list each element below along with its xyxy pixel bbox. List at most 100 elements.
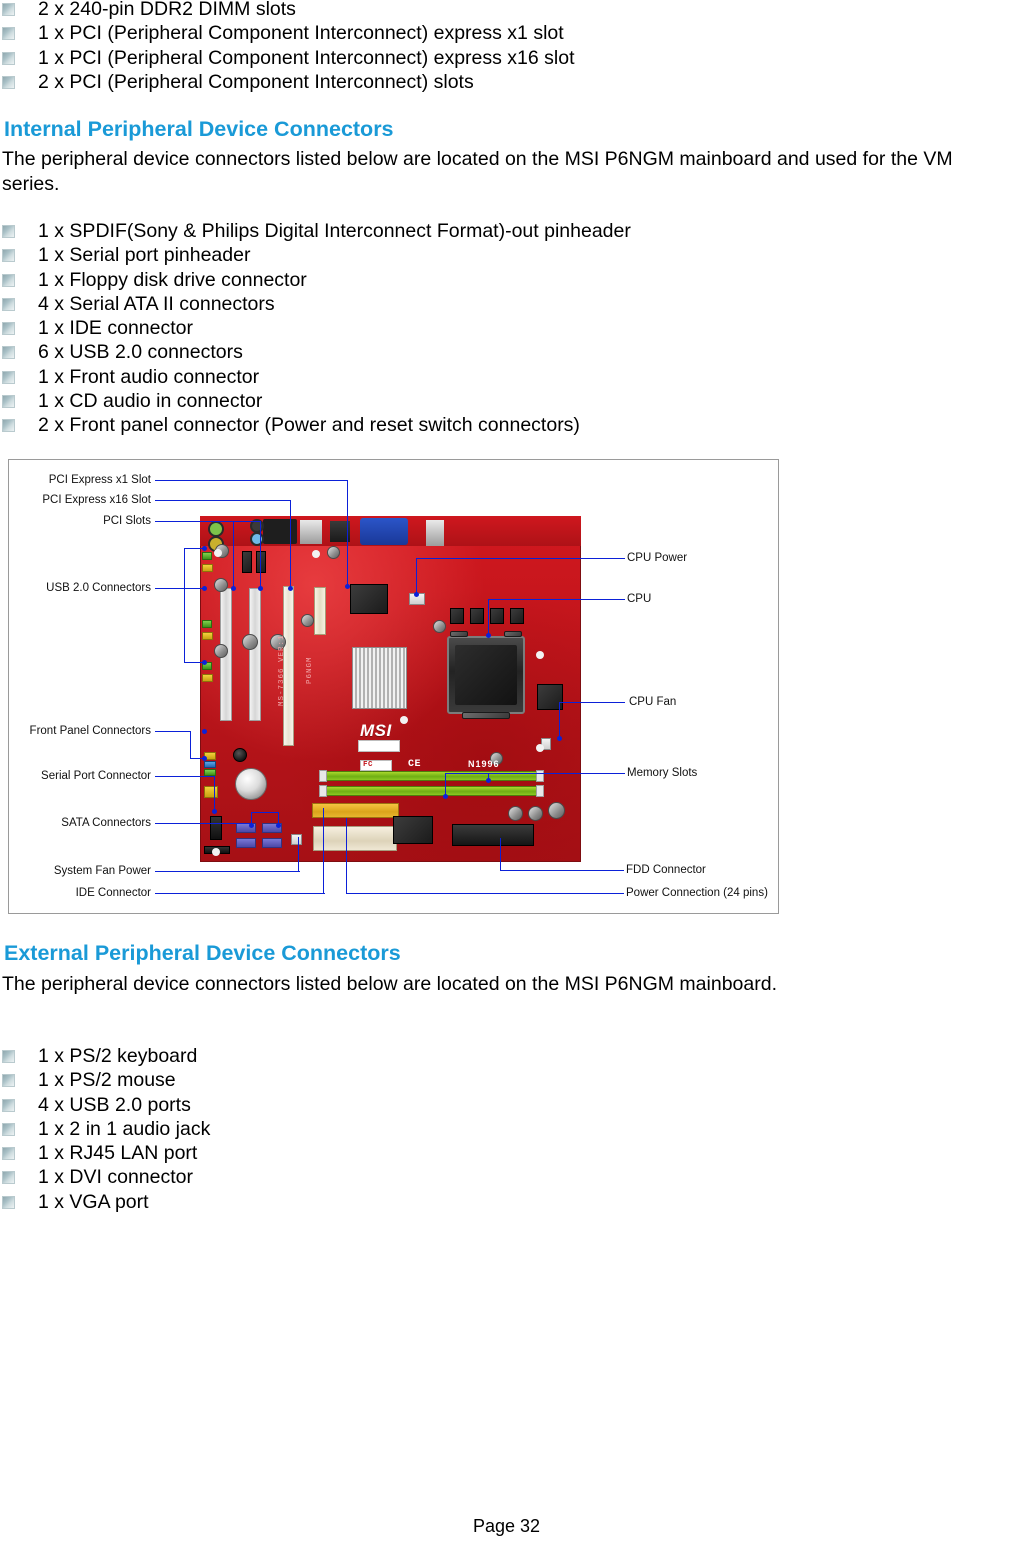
callout-dot-usb-2: [202, 586, 207, 591]
fdd-connector: [452, 824, 534, 846]
square-bullet-icon: [2, 75, 15, 89]
list-item-label: 1 x PS/2 mouse: [38, 1069, 176, 1092]
callout-line-pcie-x16-h: [155, 500, 291, 502]
capacitor: [508, 806, 523, 821]
capacitor: [327, 546, 340, 559]
list-item: 4 x Serial ATA II connectors: [0, 292, 631, 316]
callout-line-cpupower-h: [589, 558, 625, 560]
callout-line-cpu-h: [589, 599, 625, 601]
list-item-label: 1 x DVI connector: [38, 1166, 193, 1189]
callout-dot-memory-2: [443, 794, 448, 799]
board-model-silkscreen: MS-7366 VER:1: [278, 634, 286, 706]
front-panel-header-2: [204, 761, 216, 768]
small-ic-1: [242, 551, 252, 573]
list-item: 1 x DVI connector: [0, 1165, 210, 1189]
callout-dot-cpu: [486, 633, 491, 638]
square-bullet-icon: [2, 1195, 15, 1209]
square-bullet-icon: [2, 51, 15, 65]
callout-dot-pcie-x1: [345, 584, 350, 589]
list-item-label: 1 x SPDIF(Sony & Philips Digital Interco…: [38, 220, 631, 242]
list-item-label: 1 x RJ45 LAN port: [38, 1142, 198, 1165]
pci-express-x1-slot: [314, 587, 326, 635]
callout-line-pcie-x16-v: [290, 500, 292, 588]
callout-line-sata-h2: [251, 812, 279, 814]
callout-dot-pci-2: [258, 586, 263, 591]
callout-label-system-fan-power: System Fan Power: [53, 865, 151, 877]
cpu-socket: [447, 636, 525, 714]
fcc-mark: FC: [363, 761, 374, 769]
callout-line-pci-h: [155, 521, 235, 523]
list-item: 1 x Front audio connector: [0, 365, 631, 389]
square-bullet-icon: [2, 346, 15, 360]
square-bullet-icon: [2, 27, 15, 41]
list-item-label: 1 x PCI (Peripheral Component Interconne…: [38, 22, 564, 45]
list-item: 1 x Serial port pinheader: [0, 243, 631, 267]
callout-line-cpupower-h2: [417, 558, 590, 560]
mounting-hole: [536, 651, 544, 659]
list-item: 1 x RJ45 LAN port: [0, 1141, 210, 1165]
chipset-ic: [350, 584, 388, 614]
list-item-label: 1 x Serial port pinheader: [38, 244, 251, 267]
square-bullet-icon: [2, 297, 15, 311]
callout-line-sysfan-h: [155, 871, 300, 873]
audio-jack-stack: [426, 520, 444, 546]
dimm-clip-left-1: [319, 770, 327, 782]
callout-label-cpu-power: CPU Power: [627, 552, 688, 564]
capacitor: [214, 578, 228, 592]
callout-line-pcie-x1-h: [155, 480, 348, 482]
callout-line-pcie-x1-v: [347, 480, 349, 586]
capacitor: [214, 644, 228, 658]
callout-line-ide-v: [323, 808, 325, 894]
list-item: 4 x USB 2.0 ports: [0, 1093, 210, 1117]
callout-label-usb-connectors: USB 2.0 Connectors: [46, 582, 151, 594]
n1996-mark: N1996: [468, 759, 500, 769]
callout-label-cpu-fan: CPU Fan: [629, 696, 677, 708]
callout-line-pci-h2: [233, 521, 261, 523]
list-item: 6 x USB 2.0 connectors: [0, 340, 631, 364]
list-item: 1 x SPDIF(Sony & Philips Digital Interco…: [0, 219, 631, 243]
usb-header-2: [202, 564, 213, 572]
capacitor: [242, 634, 258, 650]
mounting-hole: [400, 716, 408, 724]
internal-section-heading: Internal Peripheral Device Connectors: [4, 117, 394, 141]
usb-header-3: [202, 620, 212, 628]
audio-jack-2: [250, 532, 264, 546]
capacitor: [301, 614, 314, 627]
cmos-battery: [235, 768, 267, 800]
callout-line-atx-v: [346, 818, 348, 894]
mainboard-photo: MS-7366 VER:1 P6NGM MSI FC CE N1996: [200, 516, 581, 862]
serial-label: [358, 740, 400, 752]
list-item-label: 2 x PCI (Peripheral Component Interconne…: [38, 70, 474, 93]
list-item: 2 x 240-pin DDR2 DIMM slots: [0, 0, 575, 21]
callout-line-cpu-h2: [489, 599, 590, 601]
mainboard-diagram: MS-7366 VER:1 P6NGM MSI FC CE N1996 PCI …: [8, 459, 779, 914]
list-item-label: 1 x PCI (Peripheral Component Interconne…: [38, 46, 575, 69]
square-bullet-icon: [2, 3, 15, 16]
capacitor: [548, 802, 565, 819]
callout-dot-front-panel-1: [202, 729, 207, 734]
southbridge-ic: [393, 816, 433, 844]
callout-label-fdd-connector: FDD Connector: [626, 864, 706, 876]
callout-line-pci-v1: [233, 521, 235, 588]
document-page: 2 x 240-pin DDR2 DIMM slots 1 x PCI (Per…: [0, 0, 1013, 1543]
paragraph-line: The peripheral device connectors listed …: [2, 148, 953, 170]
serial-port-header: [210, 816, 222, 840]
usb-header-6: [202, 674, 213, 682]
callout-dot-sata-2: [276, 823, 281, 828]
list-item-label: 1 x Front audio connector: [38, 365, 260, 388]
square-bullet-icon: [2, 249, 15, 263]
square-bullet-icon: [2, 273, 15, 287]
internal-connectors-list: 1 x SPDIF(Sony & Philips Digital Interco…: [0, 219, 631, 438]
callout-line-serial-v: [214, 776, 216, 811]
square-bullet-icon: [2, 322, 15, 336]
list-item-label: 2 x 240-pin DDR2 DIMM slots: [38, 0, 296, 20]
list-item: 1 x PS/2 mouse: [0, 1068, 210, 1092]
list-item-label: 1 x CD audio in connector: [38, 390, 263, 413]
square-bullet-icon: [2, 419, 15, 433]
usb-header-1: [202, 552, 212, 560]
square-bullet-icon: [2, 1147, 15, 1161]
front-audio-header: [204, 786, 218, 798]
callout-line-usb-b1: [184, 548, 204, 550]
mounting-hole: [214, 549, 222, 557]
square-bullet-icon: [2, 370, 15, 384]
